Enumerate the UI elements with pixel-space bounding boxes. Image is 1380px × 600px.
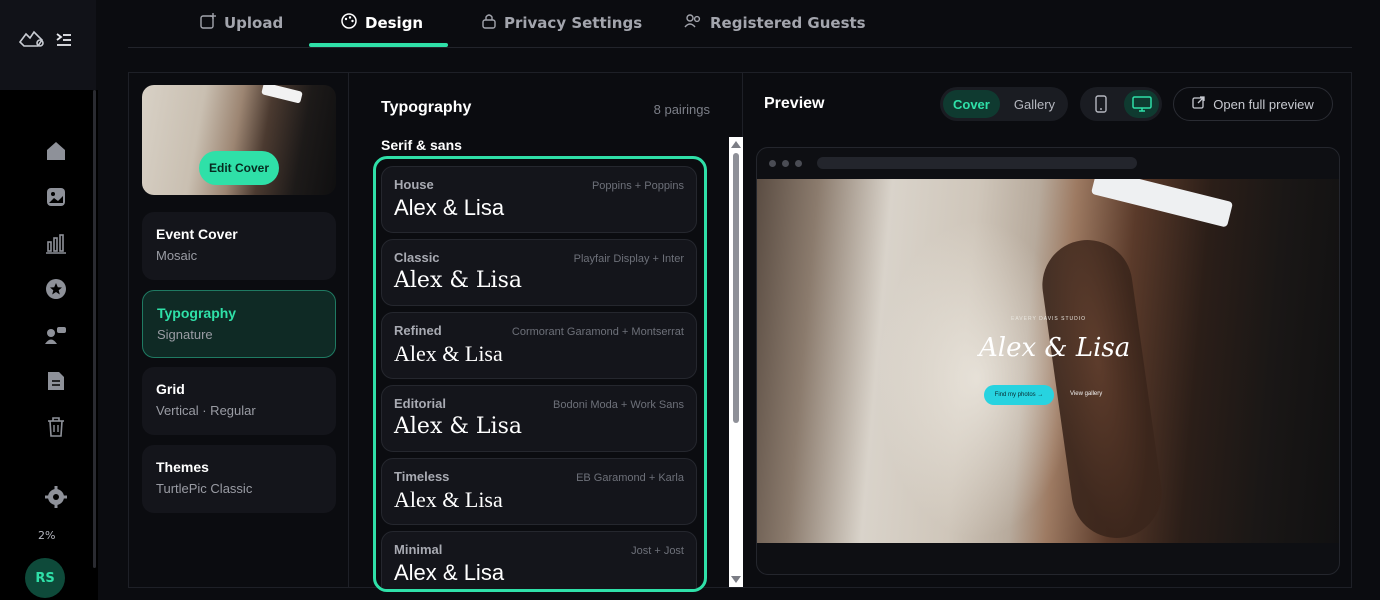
pairing-option-classic[interactable]: Classic Playfair Display + Inter Alex & … [381, 239, 697, 306]
open-full-preview-button[interactable]: Open full preview [1173, 87, 1333, 121]
sidebar-item-title: Typography [157, 305, 237, 321]
cover-thumbnail[interactable]: Edit Cover [142, 85, 336, 195]
scrollbar-thumb[interactable] [733, 153, 739, 423]
sidebar-item-value: TurtlePic Classic [156, 481, 253, 496]
pairing-fonts: Playfair Display + Inter [573, 253, 684, 265]
pairing-fonts: Bodoni Moda + Work Sans [553, 399, 684, 411]
users-icon[interactable] [44, 323, 68, 347]
sidebar-item-themes[interactable]: Themes TurtlePic Classic [142, 445, 336, 513]
image-icon[interactable] [44, 185, 68, 209]
hero-studio-label: EAVERY DAVIS STUDIO [1011, 316, 1087, 322]
mobile-icon[interactable] [1083, 90, 1118, 118]
design-sidebar: Edit Cover Event Cover Mosaic Typography… [129, 73, 349, 587]
preview-title: Preview [764, 95, 825, 112]
turtle-logo-icon[interactable] [16, 28, 48, 56]
guests-icon [684, 13, 702, 33]
pairing-list: House Poppins + Poppins Alex & Lisa Clas… [373, 156, 707, 592]
pairing-sample: Alex & Lisa [394, 195, 505, 220]
view-toggle: Cover Gallery [940, 87, 1068, 121]
hero-couple-names: Alex & Lisa [979, 333, 1131, 363]
palette-icon [341, 13, 357, 33]
cover-photo-detail [261, 85, 303, 104]
bar-chart-icon[interactable] [44, 231, 68, 255]
rail-header [0, 0, 96, 90]
pairing-option-minimal[interactable]: Minimal Jost + Jost Alex & Lisa [381, 531, 697, 589]
scroll-down-arrow-icon[interactable] [731, 576, 741, 583]
scroll-up-arrow-icon[interactable] [731, 141, 741, 148]
preview-panel: Preview Cover Gallery Open full preview [744, 73, 1352, 587]
document-icon[interactable] [44, 369, 68, 393]
storage-usage-label: 2% [38, 529, 56, 542]
sidebar-item-value: Vertical · Regular [156, 403, 256, 418]
view-gallery-button[interactable]: Gallery [1004, 90, 1065, 118]
pairing-option-refined[interactable]: Refined Cormorant Garamond + Montserrat … [381, 312, 697, 379]
tab-label: Upload [224, 14, 284, 32]
window-dots [769, 160, 802, 167]
pairing-sample: Alex & Lisa [394, 560, 505, 585]
shirt-cuff [1090, 179, 1234, 228]
tab-label: Privacy Settings [504, 14, 643, 32]
lock-icon [482, 13, 496, 33]
find-my-photos-button[interactable]: Find my photos → [984, 385, 1054, 405]
pairing-fonts: Cormorant Garamond + Montserrat [511, 326, 684, 338]
top-tab-bar: Upload Design Privacy Settings Registere… [128, 0, 1352, 48]
desktop-icon[interactable] [1124, 90, 1159, 118]
typography-panel: Typography 8 pairings Serif & sans House… [349, 73, 743, 592]
sidebar-item-title: Grid [156, 381, 185, 397]
pairing-option-timeless[interactable]: Timeless EB Garamond + Karla Alex & Lisa [381, 458, 697, 525]
sidebar-item-value: Signature [157, 327, 213, 342]
pairing-list-scrollbar[interactable] [729, 137, 743, 587]
tab-privacy-settings[interactable]: Privacy Settings [482, 0, 642, 46]
pairing-fonts: EB Garamond + Karla [576, 472, 684, 484]
pairing-sample: Alex & Lisa [394, 268, 522, 293]
pairings-count: 8 pairings [653, 102, 710, 117]
pairing-option-house[interactable]: House Poppins + Poppins Alex & Lisa [381, 166, 697, 233]
upload-image-icon [200, 13, 216, 33]
collapse-menu-icon[interactable] [56, 32, 72, 51]
design-panel: Edit Cover Event Cover Mosaic Typography… [128, 72, 1352, 592]
preview-browser-frame: EAVERY DAVIS STUDIO Alex & Lisa Find my … [756, 147, 1340, 575]
home-icon[interactable] [44, 139, 68, 163]
pairing-sample: Alex & Lisa [394, 487, 503, 512]
device-toggle [1080, 87, 1162, 121]
edit-cover-button[interactable]: Edit Cover [199, 151, 279, 185]
typography-title: Typography [381, 99, 472, 116]
star-icon[interactable] [44, 277, 68, 301]
sidebar-item-value: Mosaic [156, 248, 198, 263]
external-link-icon [1192, 96, 1205, 112]
tab-design[interactable]: Design [341, 0, 423, 46]
pairing-group-label: Serif & sans [381, 137, 462, 153]
open-full-preview-label: Open full preview [1213, 96, 1314, 112]
avatar[interactable]: RS [25, 558, 65, 598]
view-gallery-link[interactable]: View gallery [1070, 391, 1102, 397]
tab-registered-guests[interactable]: Registered Guests [684, 0, 866, 46]
tab-label: Design [365, 14, 424, 32]
pairing-option-editorial[interactable]: Editorial Bodoni Moda + Work Sans Alex &… [381, 385, 697, 452]
sidebar-item-grid[interactable]: Grid Vertical · Regular [142, 367, 336, 435]
sidebar-item-typography[interactable]: Typography Signature [142, 290, 336, 358]
tab-upload[interactable]: Upload [200, 0, 283, 46]
trash-icon[interactable] [44, 415, 68, 439]
pairing-fonts: Poppins + Poppins [591, 180, 684, 192]
sidebar-item-event-cover[interactable]: Event Cover Mosaic [142, 212, 336, 280]
active-tab-indicator [309, 43, 448, 47]
url-bar [817, 157, 1137, 169]
cover-photo: EAVERY DAVIS STUDIO Alex & Lisa Find my … [757, 179, 1339, 543]
pairing-sample: Alex & Lisa [394, 341, 503, 366]
view-cover-button[interactable]: Cover [943, 90, 1000, 118]
pairing-fonts: Jost + Jost [631, 545, 684, 557]
pairing-sample: Alex & Lisa [394, 414, 522, 439]
gear-icon[interactable] [44, 485, 68, 509]
tab-label: Registered Guests [710, 14, 866, 32]
sidebar-item-title: Themes [156, 459, 209, 475]
rail-scrollbar[interactable] [93, 90, 96, 568]
sidebar-item-title: Event Cover [156, 226, 238, 242]
